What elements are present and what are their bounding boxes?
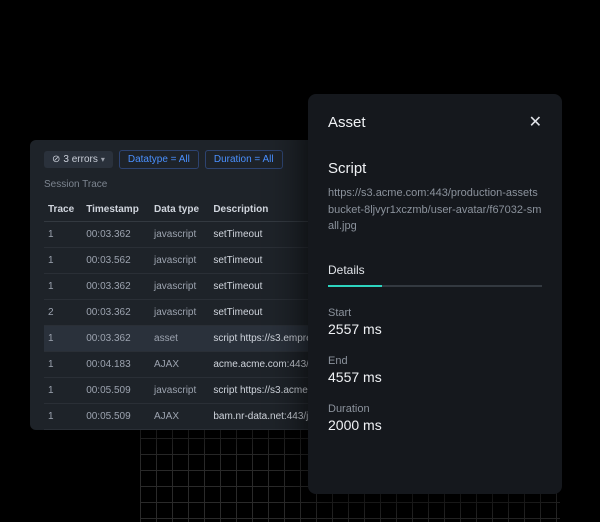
cell-datatype: AJAX bbox=[150, 404, 209, 430]
datatype-filter-label: Datatype = All bbox=[128, 154, 190, 165]
cell-trace: 1 bbox=[44, 378, 82, 404]
errors-filter-label: 3 errors bbox=[63, 154, 97, 165]
end-label: End bbox=[328, 355, 542, 367]
metric-duration: Duration 2000 ms bbox=[328, 403, 542, 433]
start-label: Start bbox=[328, 307, 542, 319]
detail-header: Asset ✕ bbox=[328, 112, 542, 132]
close-icon[interactable]: ✕ bbox=[529, 112, 542, 132]
duration-filter[interactable]: Duration = All bbox=[205, 150, 283, 169]
cell-timestamp: 00:03.562 bbox=[82, 248, 150, 274]
asset-url: https://s3.acme.com:443/production-asset… bbox=[328, 185, 542, 235]
cell-trace: 1 bbox=[44, 404, 82, 430]
cell-datatype: asset bbox=[150, 326, 209, 352]
cell-trace: 1 bbox=[44, 352, 82, 378]
metric-end: End 4557 ms bbox=[328, 355, 542, 385]
duration-value: 2000 ms bbox=[328, 417, 542, 433]
cell-timestamp: 00:03.362 bbox=[82, 274, 150, 300]
cell-timestamp: 00:05.509 bbox=[82, 404, 150, 430]
duration-label: Duration bbox=[328, 403, 542, 415]
error-icon: ⊘ bbox=[52, 154, 60, 165]
tab-underline bbox=[328, 285, 542, 287]
cell-trace: 1 bbox=[44, 326, 82, 352]
end-value: 4557 ms bbox=[328, 369, 542, 385]
asset-detail-panel: Asset ✕ Script https://s3.acme.com:443/p… bbox=[308, 94, 562, 494]
cell-datatype: javascript bbox=[150, 222, 209, 248]
cell-datatype: javascript bbox=[150, 300, 209, 326]
datatype-filter[interactable]: Datatype = All bbox=[119, 150, 199, 169]
cell-datatype: javascript bbox=[150, 248, 209, 274]
col-datatype[interactable]: Data type bbox=[150, 198, 209, 222]
cell-timestamp: 00:03.362 bbox=[82, 300, 150, 326]
errors-filter[interactable]: ⊘ 3 errors ▾ bbox=[44, 151, 113, 168]
start-value: 2557 ms bbox=[328, 321, 542, 337]
cell-datatype: javascript bbox=[150, 378, 209, 404]
tab-details[interactable]: Details bbox=[328, 263, 365, 283]
cell-trace: 1 bbox=[44, 274, 82, 300]
cell-trace: 2 bbox=[44, 300, 82, 326]
detail-tabs: Details bbox=[328, 261, 542, 287]
cell-timestamp: 00:05.509 bbox=[82, 378, 150, 404]
metric-start: Start 2557 ms bbox=[328, 307, 542, 337]
cell-timestamp: 00:04.183 bbox=[82, 352, 150, 378]
cell-datatype: javascript bbox=[150, 274, 209, 300]
col-trace[interactable]: Trace bbox=[44, 198, 82, 222]
cell-datatype: AJAX bbox=[150, 352, 209, 378]
chevron-down-icon: ▾ bbox=[101, 155, 105, 164]
col-timestamp[interactable]: Timestamp bbox=[82, 198, 150, 222]
panel-title: Asset bbox=[328, 114, 366, 131]
duration-filter-label: Duration = All bbox=[214, 154, 274, 165]
cell-timestamp: 00:03.362 bbox=[82, 326, 150, 352]
cell-trace: 1 bbox=[44, 248, 82, 274]
cell-trace: 1 bbox=[44, 222, 82, 248]
asset-type: Script bbox=[328, 160, 542, 177]
cell-timestamp: 00:03.362 bbox=[82, 222, 150, 248]
